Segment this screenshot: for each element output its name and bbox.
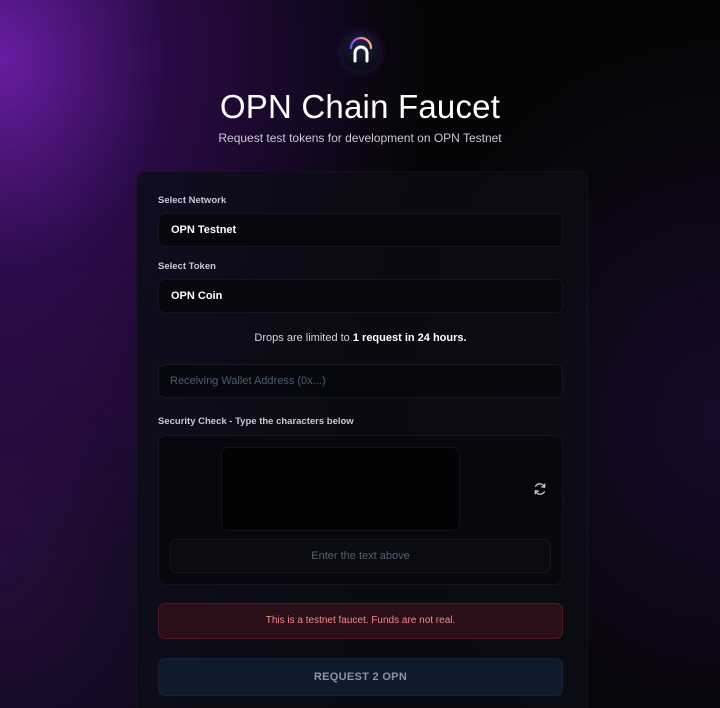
network-select-value: OPN Testnet (171, 224, 237, 236)
page-title: OPN Chain Faucet (219, 88, 501, 125)
network-select[interactable]: OPN Testnet (158, 213, 563, 247)
rate-limit-text: Drops are limited to 1 request in 24 hou… (158, 332, 563, 344)
rate-limit-prefix: Drops are limited to (254, 332, 353, 344)
page-subtitle: Request test tokens for development on O… (218, 131, 502, 145)
testnet-warning: This is a testnet faucet. Funds are not … (158, 603, 563, 639)
wallet-address-input[interactable] (158, 364, 563, 398)
token-select-value: OPN Coin (171, 290, 223, 302)
captcha-input[interactable] (170, 539, 551, 573)
rate-limit-emphasis: 1 request in 24 hours. (352, 332, 467, 344)
captcha-image (221, 447, 460, 531)
network-label: Select Network (158, 195, 227, 206)
token-select[interactable]: OPN Coin (158, 279, 563, 313)
captcha-label: Security Check - Type the characters bel… (158, 416, 354, 427)
refresh-icon[interactable] (532, 481, 548, 497)
opn-logo-icon (342, 33, 380, 71)
token-label: Select Token (158, 261, 216, 272)
request-tokens-button[interactable]: REQUEST 2 OPN (158, 658, 563, 696)
